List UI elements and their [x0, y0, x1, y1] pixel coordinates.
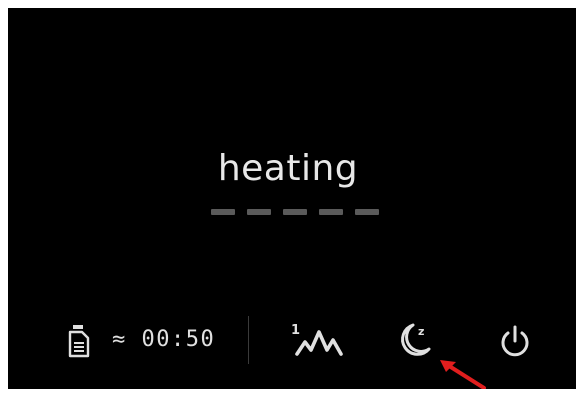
one-wave-icon[interactable]: 1 — [288, 318, 348, 362]
progress-dash — [247, 209, 271, 215]
power-icon[interactable] — [496, 322, 534, 360]
timer-readout: ≈ 00:50 — [112, 327, 216, 352]
progress-dash — [355, 209, 379, 215]
progress-dash — [211, 209, 235, 215]
progress-dashes — [211, 209, 379, 215]
divider — [248, 316, 249, 364]
device-screen: heating ≈ 00:50 1 z — [8, 8, 576, 389]
moon-zzz-icon[interactable]: z — [392, 318, 438, 362]
bottom-control-bar: ≈ 00:50 1 z — [8, 314, 576, 370]
water-tank-icon — [64, 322, 94, 360]
svg-text:1: 1 — [291, 323, 300, 338]
status-text: heating — [217, 148, 359, 189]
svg-text:z: z — [418, 325, 424, 338]
progress-dash — [283, 209, 307, 215]
progress-dash — [319, 209, 343, 215]
annotation-arrow-icon — [438, 358, 488, 393]
